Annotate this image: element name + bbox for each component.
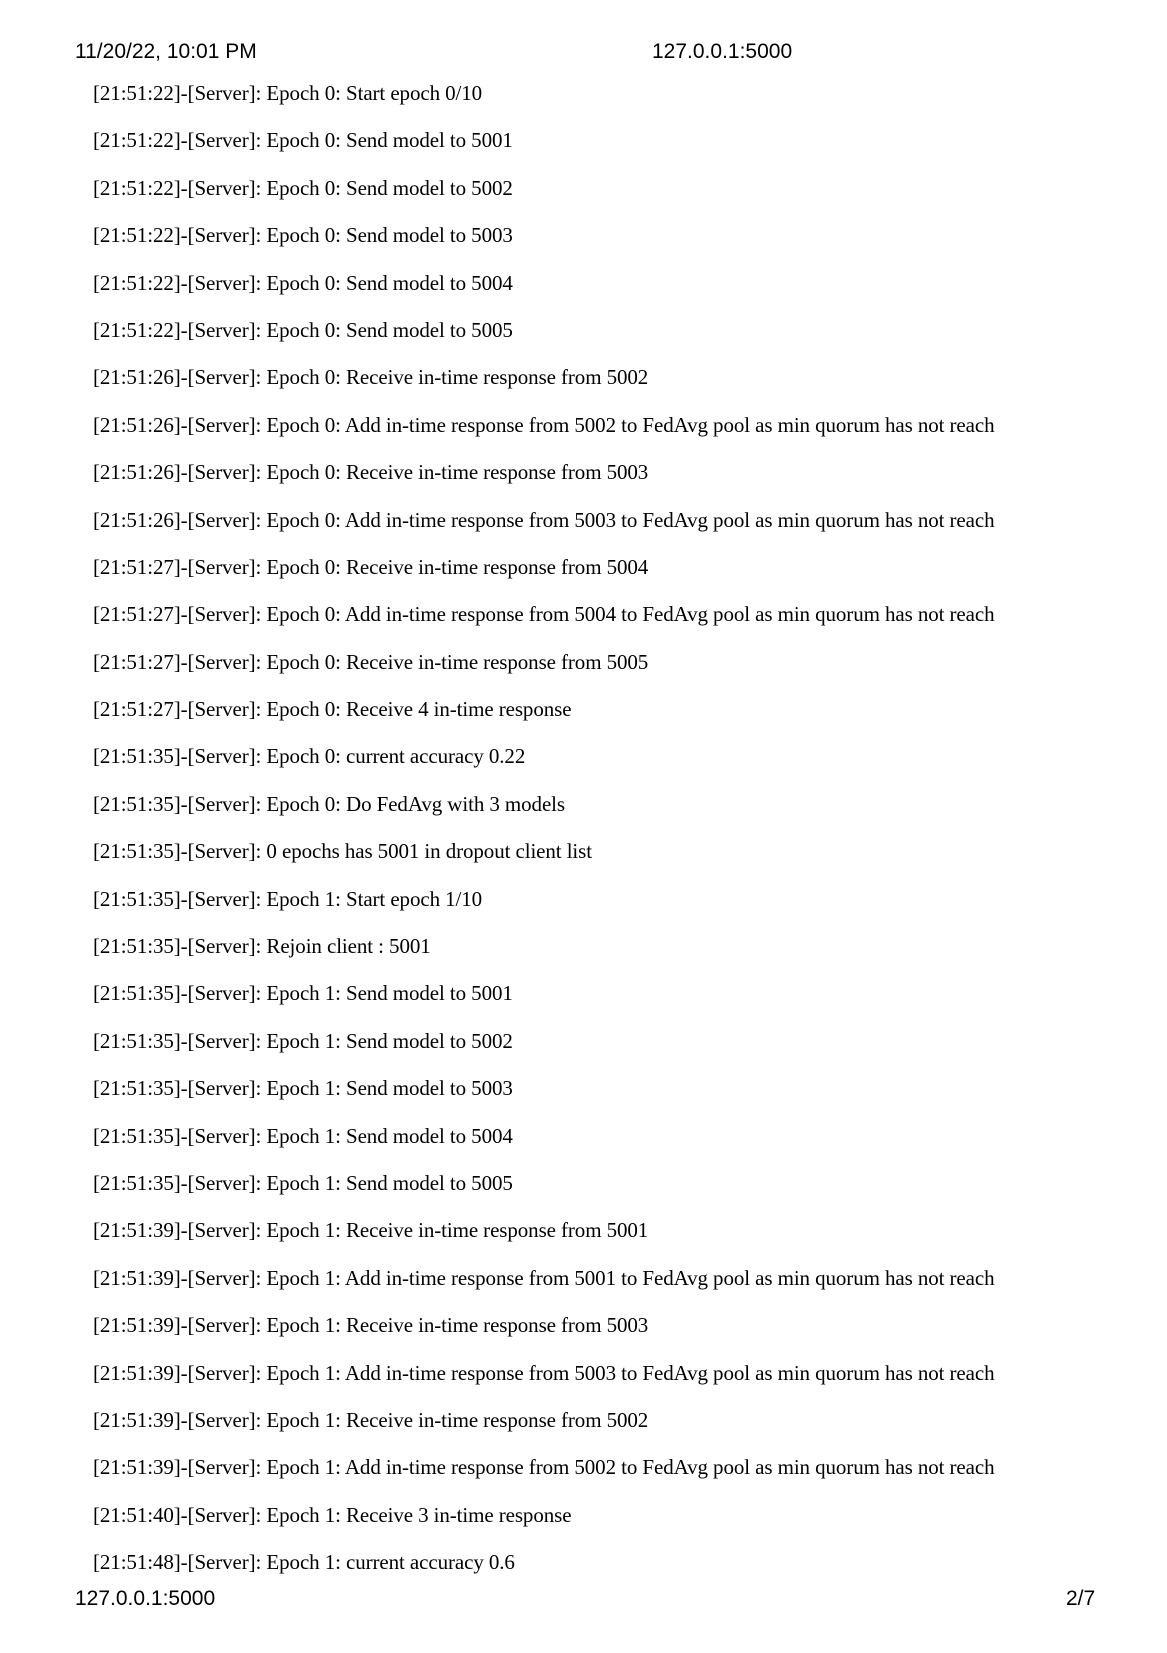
print-header-datetime: 11/20/22, 10:01 PM — [75, 40, 257, 63]
log-line: [21:51:26]-[Server]: Epoch 0: Add in-tim… — [93, 412, 995, 437]
page-number: 2/7 — [1066, 1587, 1096, 1610]
log-line: [21:51:39]-[Server]: Epoch 1: Receive in… — [93, 1407, 649, 1432]
log-line: [21:51:39]-[Server]: Epoch 1: Receive in… — [93, 1218, 649, 1243]
log-line: [21:51:39]-[Server]: Epoch 1: Add in-tim… — [93, 1360, 995, 1385]
print-footer-url: 127.0.0.1:5000 — [75, 1587, 216, 1610]
log-line: [21:51:35]-[Server]: Epoch 1: Send model… — [93, 1028, 513, 1053]
log-line: [21:51:35]-[Server]: Epoch 1: Send model… — [93, 1076, 513, 1101]
log-line: [21:51:39]-[Server]: Epoch 1: Add in-tim… — [93, 1455, 995, 1480]
log-line: [21:51:27]-[Server]: Epoch 0: Add in-tim… — [93, 602, 995, 627]
server-log: [21:51:22]-[Server]: Epoch 0: Start epoc… — [93, 76, 995, 1593]
log-line: [21:51:22]-[Server]: Epoch 0: Send model… — [93, 317, 513, 342]
log-line: [21:51:22]-[Server]: Epoch 0: Send model… — [93, 175, 513, 200]
log-line: [21:51:35]-[Server]: Rejoin client : 500… — [93, 934, 431, 959]
log-line: [21:51:22]-[Server]: Epoch 0: Send model… — [93, 223, 513, 248]
log-line: [21:51:39]-[Server]: Epoch 1: Receive in… — [93, 1313, 649, 1338]
log-line: [21:51:26]-[Server]: Epoch 0: Receive in… — [93, 460, 649, 485]
log-line: [21:51:22]-[Server]: Epoch 0: Start epoc… — [93, 81, 483, 105]
log-line: [21:51:35]-[Server]: Epoch 0: current ac… — [93, 744, 526, 769]
log-line: [21:51:26]-[Server]: Epoch 0: Receive in… — [93, 365, 649, 390]
log-line: [21:51:35]-[Server]: Epoch 1: Send model… — [93, 1123, 513, 1148]
log-line: [21:51:40]-[Server]: Epoch 1: Receive 3 … — [93, 1502, 572, 1527]
log-line: [21:51:35]-[Server]: Epoch 1: Start epoc… — [93, 886, 483, 911]
log-line: [21:51:27]-[Server]: Epoch 0: Receive 4 … — [93, 697, 572, 722]
log-line: [21:51:22]-[Server]: Epoch 0: Send model… — [93, 270, 513, 295]
log-line: [21:51:35]-[Server]: Epoch 1: Send model… — [93, 981, 513, 1006]
log-line: [21:51:35]-[Server]: 0 epochs has 5001 i… — [93, 839, 592, 864]
log-line: [21:51:27]-[Server]: Epoch 0: Receive in… — [93, 554, 649, 579]
log-line: [21:51:35]-[Server]: Epoch 0: Do FedAvg … — [93, 791, 565, 816]
print-header-url: 127.0.0.1:5000 — [652, 40, 793, 63]
log-line: [21:51:26]-[Server]: Epoch 0: Add in-tim… — [93, 507, 995, 532]
log-line: [21:51:35]-[Server]: Epoch 1: Send model… — [93, 1170, 513, 1195]
log-line: [21:51:48]-[Server]: Epoch 1: current ac… — [93, 1550, 515, 1575]
log-line: [21:51:22]-[Server]: Epoch 0: Send model… — [93, 128, 513, 153]
log-line: [21:51:39]-[Server]: Epoch 1: Add in-tim… — [93, 1265, 995, 1290]
log-line: [21:51:27]-[Server]: Epoch 0: Receive in… — [93, 649, 649, 674]
